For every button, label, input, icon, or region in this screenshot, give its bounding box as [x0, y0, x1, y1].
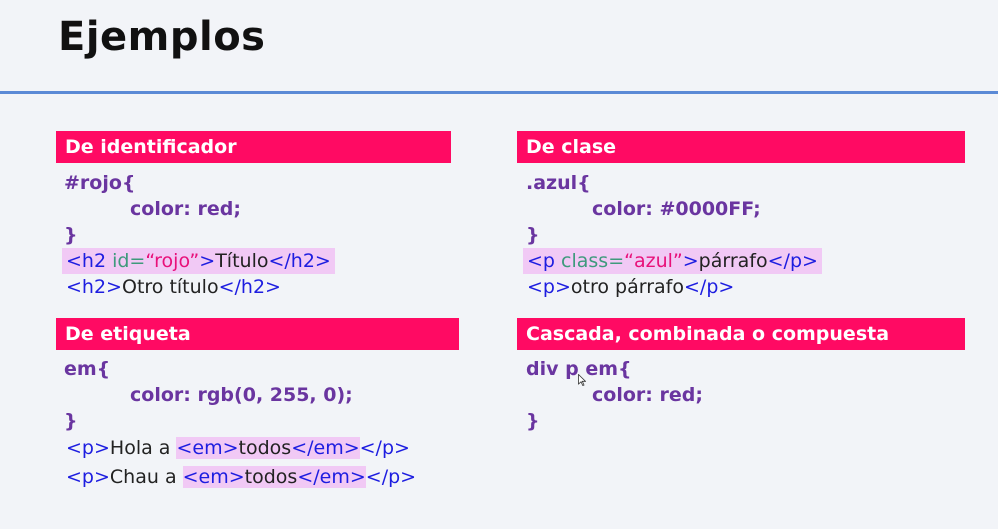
- code-selector: em{: [64, 358, 111, 380]
- mouse-cursor-icon: [578, 374, 586, 386]
- code-selector: #rojo{: [64, 172, 136, 194]
- html-p-open: <p>: [66, 437, 110, 459]
- html-attr-value: “azul”: [624, 250, 683, 272]
- html-em-text: todos: [238, 437, 292, 459]
- html-example: <h2>Otro título</h2>: [66, 274, 281, 300]
- code-declaration: color: red;: [592, 384, 703, 406]
- html-open-tag: <p>: [527, 276, 571, 298]
- section-header-etiqueta: De etiqueta: [56, 318, 459, 350]
- section-header-identificador: De identificador: [56, 131, 451, 163]
- html-text: Título: [215, 250, 269, 272]
- section-header-clase: De clase: [517, 131, 965, 163]
- code-close-brace: }: [64, 410, 78, 432]
- title-divider: [0, 91, 998, 94]
- html-em-open: <em>: [176, 437, 239, 459]
- html-p-close: </p>: [359, 437, 410, 459]
- html-gt: >: [199, 250, 216, 272]
- code-close-brace: }: [64, 224, 78, 246]
- code-declaration: color: #0000FF;: [592, 198, 761, 220]
- html-text: otro párrafo: [570, 276, 684, 298]
- html-close-tag: </p>: [767, 250, 818, 272]
- html-gt: >: [682, 250, 699, 272]
- html-attr-value: “rojo”: [145, 250, 200, 272]
- html-text: párrafo: [698, 250, 768, 272]
- html-em-close: </em>: [297, 466, 366, 488]
- em-highlight: <em>todos</em>: [182, 466, 366, 488]
- html-example: <p>Chau a <em>todos</em></p>: [66, 464, 416, 490]
- code-declaration: color: red;: [130, 198, 241, 220]
- html-example: <h2 id=“rojo”>Título</h2>: [62, 248, 335, 274]
- html-text: Chau a: [109, 466, 183, 488]
- code-close-brace: }: [526, 410, 540, 432]
- html-open-tag: <h2>: [66, 276, 122, 298]
- html-text: Otro título: [121, 276, 219, 298]
- html-close-tag: </h2>: [268, 250, 331, 272]
- html-attr: id=: [112, 250, 146, 272]
- html-example: <p>otro párrafo</p>: [527, 274, 734, 300]
- code-close-brace: }: [526, 224, 540, 246]
- html-close-tag: </h2>: [218, 276, 281, 298]
- html-p-open: <p>: [66, 466, 110, 488]
- html-open-tag: <p: [527, 250, 562, 272]
- code-declaration: color: rgb(0, 255, 0);: [130, 384, 353, 406]
- html-attr: class=: [561, 250, 625, 272]
- html-close-tag: </p>: [684, 276, 735, 298]
- slide-title: Ejemplos: [58, 14, 266, 60]
- html-em-close: </em>: [291, 437, 360, 459]
- html-p-close: </p>: [365, 466, 417, 488]
- em-highlight: <em>todos</em>: [176, 437, 360, 459]
- html-open-tag: <h2: [66, 250, 113, 272]
- html-example: <p>Hola a <em>todos</em></p>: [66, 435, 410, 461]
- html-example: <p class=“azul”>párrafo</p>: [523, 248, 822, 274]
- section-header-cascada: Cascada, combinada o compuesta: [517, 318, 965, 350]
- html-em-text: todos: [244, 466, 298, 488]
- html-text: Hola a: [109, 437, 177, 459]
- code-selector: .azul{: [526, 172, 591, 194]
- html-em-open: <em>: [182, 466, 245, 488]
